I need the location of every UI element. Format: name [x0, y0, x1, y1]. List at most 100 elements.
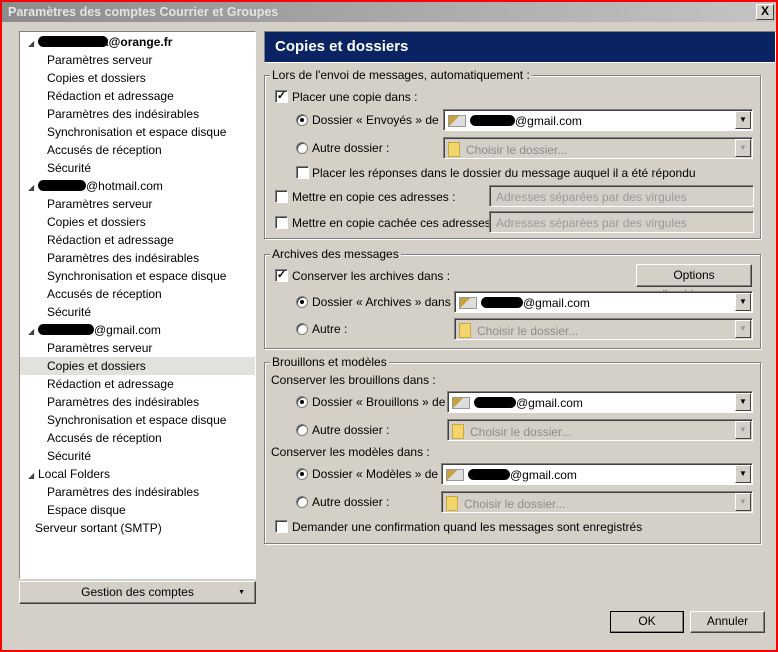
- chevron-down-icon[interactable]: ▼: [735, 465, 751, 483]
- drafts-other-label: Autre dossier :: [312, 423, 390, 437]
- archive-other-combo[interactable]: Choisir le dossier... ▼: [454, 318, 753, 340]
- redaction: [38, 36, 108, 47]
- templates-folder-combo[interactable]: @gmail.com ▼: [441, 463, 753, 485]
- tree-item[interactable]: Sécurité: [20, 303, 255, 321]
- tree-account[interactable]: ◢ @hotmail.com: [20, 177, 255, 195]
- page-title: Copies et dossiers: [264, 31, 776, 63]
- place-copy-label: Placer une copie dans :: [292, 90, 418, 104]
- cancel-button[interactable]: Annuler: [690, 611, 765, 633]
- templates-other-label: Autre dossier :: [312, 495, 390, 509]
- tree-item[interactable]: Rédaction et adressage: [20, 87, 255, 105]
- tree-item[interactable]: Paramètres serveur: [20, 195, 255, 213]
- confirm-save-checkbox[interactable]: [275, 520, 288, 533]
- place-copy-checkbox[interactable]: ✓: [275, 90, 288, 103]
- tree-item[interactable]: Accusés de réception: [20, 285, 255, 303]
- drafts-other-radio[interactable]: [296, 424, 308, 436]
- redaction: [38, 180, 86, 191]
- sent-folder-combo[interactable]: @gmail.com ▼: [443, 109, 753, 131]
- bcc-input[interactable]: Adresses séparées par des virgules: [489, 211, 754, 233]
- account-tree[interactable]: ◢ x@orange.fr Paramètres serveur Copies et …: [19, 31, 256, 579]
- tree-item[interactable]: Sécurité: [20, 447, 255, 465]
- tree-item[interactable]: Paramètres serveur: [20, 339, 255, 357]
- tree-item[interactable]: Rédaction et adressage: [20, 375, 255, 393]
- chevron-down-icon[interactable]: ▼: [735, 421, 751, 439]
- sent-folder-radio[interactable]: [296, 114, 308, 126]
- confirm-save-label: Demander une confirmation quand les mess…: [292, 520, 643, 534]
- tree-item[interactable]: Copies et dossiers: [20, 69, 255, 87]
- drafts-heading: Conserver les brouillons dans :: [271, 373, 436, 387]
- tree-item[interactable]: Espace disque: [20, 501, 255, 519]
- tree-item[interactable]: Copies et dossiers: [20, 357, 255, 375]
- sent-folder-label: Dossier « Envoyés » de :: [312, 113, 446, 127]
- manage-accounts-label: Gestion des comptes: [81, 585, 194, 599]
- tree-item[interactable]: Paramètres des indésirables: [20, 393, 255, 411]
- tree-account[interactable]: ◢ Local Folders: [20, 465, 255, 483]
- archive-folder-combo[interactable]: @gmail.com ▼: [454, 291, 753, 313]
- tree-item[interactable]: Synchronisation et espace disque: [20, 123, 255, 141]
- templates-folder-radio[interactable]: [296, 468, 308, 480]
- chevron-down-icon[interactable]: ▼: [735, 320, 751, 338]
- account-icon: [446, 469, 464, 481]
- window-title: Paramètres des comptes Courrier et Group…: [8, 5, 279, 19]
- archive-other-radio[interactable]: [296, 323, 308, 335]
- account-icon: [448, 115, 466, 127]
- combo-value: Choisir le dossier...: [466, 143, 568, 157]
- combo-value: @gmail.com: [516, 396, 583, 410]
- replies-label: Placer les réponses dans le dossier du m…: [312, 166, 696, 180]
- tree-item[interactable]: Rédaction et adressage: [20, 231, 255, 249]
- chevron-down-icon[interactable]: ▼: [735, 393, 751, 411]
- tree-account[interactable]: ◢ @gmail.com: [20, 321, 255, 339]
- tree-item[interactable]: Copies et dossiers: [20, 213, 255, 231]
- replies-checkbox[interactable]: [296, 166, 309, 179]
- tree-item-smtp[interactable]: Serveur sortant (SMTP): [20, 519, 255, 537]
- templates-heading: Conserver les modèles dans :: [271, 445, 430, 459]
- redaction: [474, 397, 516, 408]
- drafts-folder-combo[interactable]: @gmail.com ▼: [447, 391, 753, 413]
- cc-checkbox[interactable]: [275, 190, 288, 203]
- tree-item[interactable]: Sécurité: [20, 159, 255, 177]
- chevron-down-icon[interactable]: ▼: [735, 293, 751, 311]
- templates-other-radio[interactable]: [296, 496, 308, 508]
- drafts-folder-radio[interactable]: [296, 396, 308, 408]
- cc-input[interactable]: Adresses séparées par des virgules: [489, 185, 754, 207]
- keep-archives-checkbox[interactable]: ✓: [275, 269, 288, 282]
- tree-account[interactable]: ◢ x@orange.fr: [20, 33, 255, 51]
- tree-item[interactable]: Accusés de réception: [20, 429, 255, 447]
- tree-item[interactable]: Synchronisation et espace disque: [20, 267, 255, 285]
- bcc-checkbox[interactable]: [275, 216, 288, 229]
- other-folder-radio[interactable]: [296, 142, 308, 154]
- account-name: Local Folders: [38, 467, 111, 481]
- close-button[interactable]: X: [756, 4, 774, 20]
- templates-other-combo[interactable]: Choisir le dossier... ▼: [441, 491, 753, 513]
- account-name: @hotmail.com: [86, 179, 163, 193]
- title-bar: Paramètres des comptes Courrier et Group…: [2, 2, 776, 22]
- tree-item[interactable]: Synchronisation et espace disque: [20, 411, 255, 429]
- redaction: [38, 324, 94, 335]
- drafts-legend: Brouillons et modèles: [270, 355, 389, 369]
- archive-folder-radio[interactable]: [296, 296, 308, 308]
- archive-folder-label: Dossier « Archives » dans :: [312, 295, 458, 309]
- tree-item[interactable]: Paramètres des indésirables: [20, 105, 255, 123]
- tree-item[interactable]: Paramètres des indésirables: [20, 483, 255, 501]
- sending-legend: Lors de l'envoi de messages, automatique…: [270, 68, 532, 82]
- tree-item[interactable]: Paramètres des indésirables: [20, 249, 255, 267]
- keep-archives-label: Conserver les archives dans :: [292, 269, 451, 283]
- drafts-other-combo[interactable]: Choisir le dossier... ▼: [447, 419, 753, 441]
- folder-icon: [459, 323, 471, 338]
- folder-icon: [446, 496, 458, 511]
- chevron-down-icon[interactable]: ▼: [735, 493, 751, 511]
- archive-options-button[interactable]: Options d'archivage...: [636, 264, 752, 302]
- chevron-down-icon[interactable]: ▼: [735, 111, 751, 129]
- tree-item[interactable]: Accusés de réception: [20, 141, 255, 159]
- chevron-down-icon[interactable]: ▼: [735, 139, 751, 157]
- ok-button[interactable]: OK: [610, 611, 684, 633]
- redaction: [470, 115, 515, 126]
- manage-accounts-button[interactable]: Gestion des comptes ▼: [19, 581, 256, 604]
- other-folder-label: Autre dossier :: [312, 141, 390, 155]
- tree-item[interactable]: Paramètres serveur: [20, 51, 255, 69]
- combo-value: Choisir le dossier...: [464, 497, 566, 511]
- account-icon: [452, 397, 470, 409]
- redaction: [481, 297, 523, 308]
- drafts-folder-label: Dossier « Brouillons » de :: [312, 395, 453, 409]
- other-folder-combo[interactable]: Choisir le dossier... ▼: [443, 137, 753, 159]
